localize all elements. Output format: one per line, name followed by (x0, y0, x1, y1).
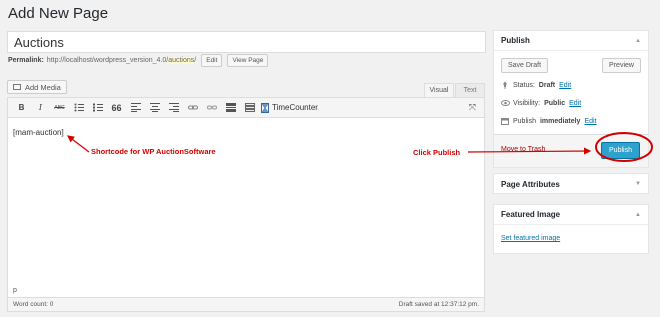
italic-button[interactable]: I (31, 101, 50, 115)
post-title-input[interactable]: Auctions (7, 31, 486, 53)
permalink-base: http://localhost/wordpress_version_4.0/a… (46, 57, 197, 64)
view-page-button[interactable]: View Page (227, 54, 269, 67)
click-publish-annotation: Click Publish (413, 148, 461, 157)
save-draft-button[interactable]: Save Draft (501, 58, 548, 73)
visibility-label: Visibility: (513, 99, 541, 107)
schedule-value: immediately (539, 117, 581, 125)
align-right-icon[interactable] (164, 101, 183, 115)
shortcode-annotation: Shortcode for WP AuctionSoftware (91, 147, 216, 156)
featured-image-header[interactable]: Featured Image ▲ (494, 205, 648, 225)
tab-text[interactable]: Text (455, 83, 485, 97)
align-center-icon[interactable] (145, 101, 164, 115)
publish-box: Publish ▲ Save Draft Preview Status: Dra… (493, 30, 649, 168)
align-left-icon[interactable] (126, 101, 145, 115)
featured-image-title: Featured Image (501, 210, 561, 219)
publish-button[interactable]: Publish (601, 142, 640, 159)
timecounter-button[interactable]: TimeCounter (261, 102, 318, 113)
remove-link-icon[interactable] (202, 101, 221, 115)
content-editor: B I ABC 66 TimeCounter ⤧ [mam-auction] p… (7, 97, 485, 312)
numbered-list-icon[interactable] (88, 101, 107, 115)
featured-image-box: Featured Image ▲ Set featured image (493, 204, 649, 254)
collapse-up-icon[interactable]: ▲ (635, 212, 641, 218)
set-featured-image-link[interactable]: Set featured image (501, 235, 560, 242)
page-attributes-header[interactable]: Page Attributes ▼ (494, 174, 648, 194)
media-icon (13, 84, 21, 90)
tab-visual[interactable]: Visual (424, 83, 454, 97)
add-media-button[interactable]: Add Media (7, 80, 67, 94)
page-attributes-box: Page Attributes ▼ (493, 173, 649, 194)
bold-button[interactable]: B (12, 101, 31, 115)
timecounter-label: TimeCounter (272, 103, 318, 112)
publish-actions: Move to Trash Publish (494, 134, 648, 167)
status-edit-link[interactable]: Edit (559, 82, 571, 89)
bullet-list-icon[interactable] (69, 101, 88, 115)
read-more-icon[interactable] (221, 101, 240, 115)
fullscreen-icon[interactable]: ⤧ (469, 102, 476, 113)
eye-icon (501, 99, 510, 107)
schedule-label: Publish (513, 117, 536, 125)
hourglass-icon (261, 102, 269, 113)
schedule-edit-link[interactable]: Edit (584, 118, 596, 125)
pin-icon (501, 81, 509, 89)
visibility-row: Visibility: Public Edit (501, 99, 581, 107)
calendar-icon (501, 117, 509, 125)
collapse-up-icon[interactable]: ▲ (635, 38, 641, 44)
visibility-edit-link[interactable]: Edit (569, 100, 581, 107)
visibility-value: Public (544, 99, 566, 107)
permalink-row: Permalink: http://localhost/wordpress_ve… (8, 54, 269, 67)
editor-toolbar: B I ABC 66 TimeCounter ⤧ (8, 98, 484, 118)
permalink-slug[interactable]: auctions (168, 57, 195, 64)
schedule-row: Publish immediately Edit (501, 117, 597, 125)
add-media-label: Add Media (25, 82, 61, 92)
editor-status-bar: Word count: 0 Draft saved at 12:37:12 pm… (8, 297, 484, 311)
permalink-label: Permalink: (8, 57, 44, 64)
blockquote-button[interactable]: 66 (107, 101, 126, 115)
autosave-status: Draft saved at 12:37:12 pm. (398, 301, 479, 308)
publish-box-title: Publish (501, 36, 530, 45)
preview-button[interactable]: Preview (602, 58, 641, 73)
permalink-edit-button[interactable]: Edit (201, 54, 223, 67)
editor-path: p (13, 287, 17, 294)
page-title: Add New Page (8, 5, 109, 22)
status-row: Status: Draft Edit (501, 81, 571, 89)
word-count: Word count: 0 (13, 301, 54, 308)
collapse-down-icon[interactable]: ▼ (635, 181, 641, 187)
strikethrough-button[interactable]: ABC (50, 101, 69, 115)
publish-box-header[interactable]: Publish ▲ (494, 31, 648, 51)
toolbar-toggle-icon[interactable] (240, 101, 259, 115)
status-value: Draft (538, 81, 556, 89)
editor-content[interactable]: [mam-auction] (13, 128, 64, 137)
page-attributes-title: Page Attributes (501, 179, 560, 189)
status-label: Status: (513, 81, 535, 89)
move-to-trash-link[interactable]: Move to Trash (501, 146, 545, 153)
insert-link-icon[interactable] (183, 101, 202, 115)
